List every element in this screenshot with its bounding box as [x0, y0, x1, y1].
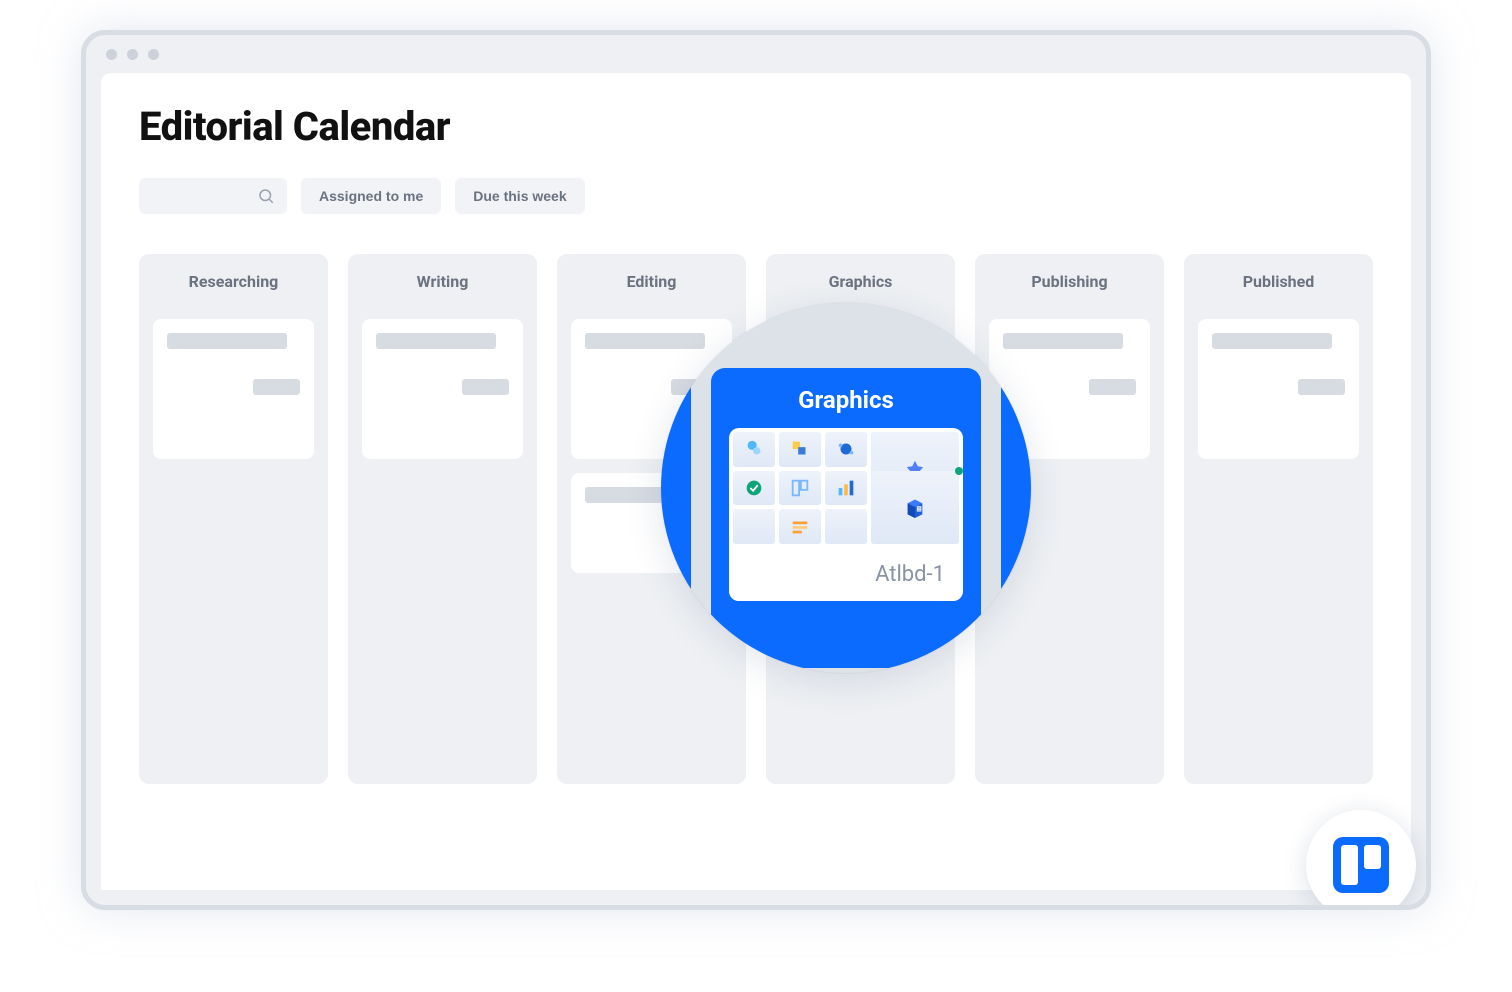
- card-placeholder[interactable]: [153, 319, 314, 459]
- device-frame: Editorial Calendar Assigned to me Due th…: [81, 30, 1431, 910]
- column-published[interactable]: Published: [1184, 254, 1373, 784]
- window-titlebar: [86, 35, 1426, 73]
- placeholder-line: [167, 333, 287, 349]
- search-input[interactable]: [139, 178, 287, 214]
- window-control-maximize[interactable]: [148, 49, 159, 60]
- column-header: Published: [1198, 272, 1359, 291]
- magnifier-column-header: Graphics: [729, 386, 963, 414]
- placeholder-line: [462, 379, 509, 395]
- toolbar: Assigned to me Due this week: [139, 178, 1373, 214]
- column-header: Editing: [571, 272, 732, 291]
- thumb-tile: [825, 471, 867, 506]
- column-writing[interactable]: Writing: [348, 254, 537, 784]
- filter-assigned-to-me[interactable]: Assigned to me: [301, 178, 441, 214]
- column-researching[interactable]: Researching: [139, 254, 328, 784]
- magnifier-side-column-right: [1001, 368, 1031, 668]
- magnifier-column-graphics: Graphics: [711, 368, 981, 668]
- magnifier-callout: Graphics: [661, 303, 1031, 673]
- thumb-tile: [733, 432, 775, 467]
- thumb-tile: [779, 509, 821, 544]
- column-header: Writing: [362, 272, 523, 291]
- column-header: Publishing: [989, 272, 1150, 291]
- placeholder-line: [1003, 333, 1123, 349]
- placeholder-line: [1212, 333, 1332, 349]
- thumb-tile: [733, 471, 775, 506]
- placeholder-line: [253, 379, 300, 395]
- window-control-close[interactable]: [106, 49, 117, 60]
- filter-due-this-week[interactable]: Due this week: [455, 178, 584, 214]
- column-header: Graphics: [780, 272, 941, 291]
- magnifier-side-column-left: [661, 368, 691, 668]
- magnifier-card[interactable]: Atlbd-1: [729, 428, 963, 601]
- placeholder-line: [585, 333, 705, 349]
- notification-dot-icon: [955, 467, 963, 475]
- card-placeholder[interactable]: [1198, 319, 1359, 459]
- trello-badge: [1306, 810, 1416, 910]
- thumb-tile: [779, 471, 821, 506]
- search-icon: [257, 187, 275, 205]
- placeholder-line: [1089, 379, 1136, 395]
- page-title: Editorial Calendar: [139, 103, 1373, 150]
- card-thumbnail-grid: [729, 428, 963, 548]
- thumb-tile: [825, 432, 867, 467]
- card-label: Atlbd-1: [729, 548, 963, 601]
- app-window: Editorial Calendar Assigned to me Due th…: [101, 73, 1411, 890]
- card-placeholder[interactable]: [362, 319, 523, 459]
- placeholder-line: [1298, 379, 1345, 395]
- thumb-tile: [825, 509, 867, 544]
- trello-icon: [1333, 837, 1389, 893]
- thumb-tile: [871, 471, 959, 544]
- thumb-tile: [733, 509, 775, 544]
- column-header: Researching: [153, 272, 314, 291]
- window-control-minimize[interactable]: [127, 49, 138, 60]
- placeholder-line: [376, 333, 496, 349]
- thumb-tile: [779, 432, 821, 467]
